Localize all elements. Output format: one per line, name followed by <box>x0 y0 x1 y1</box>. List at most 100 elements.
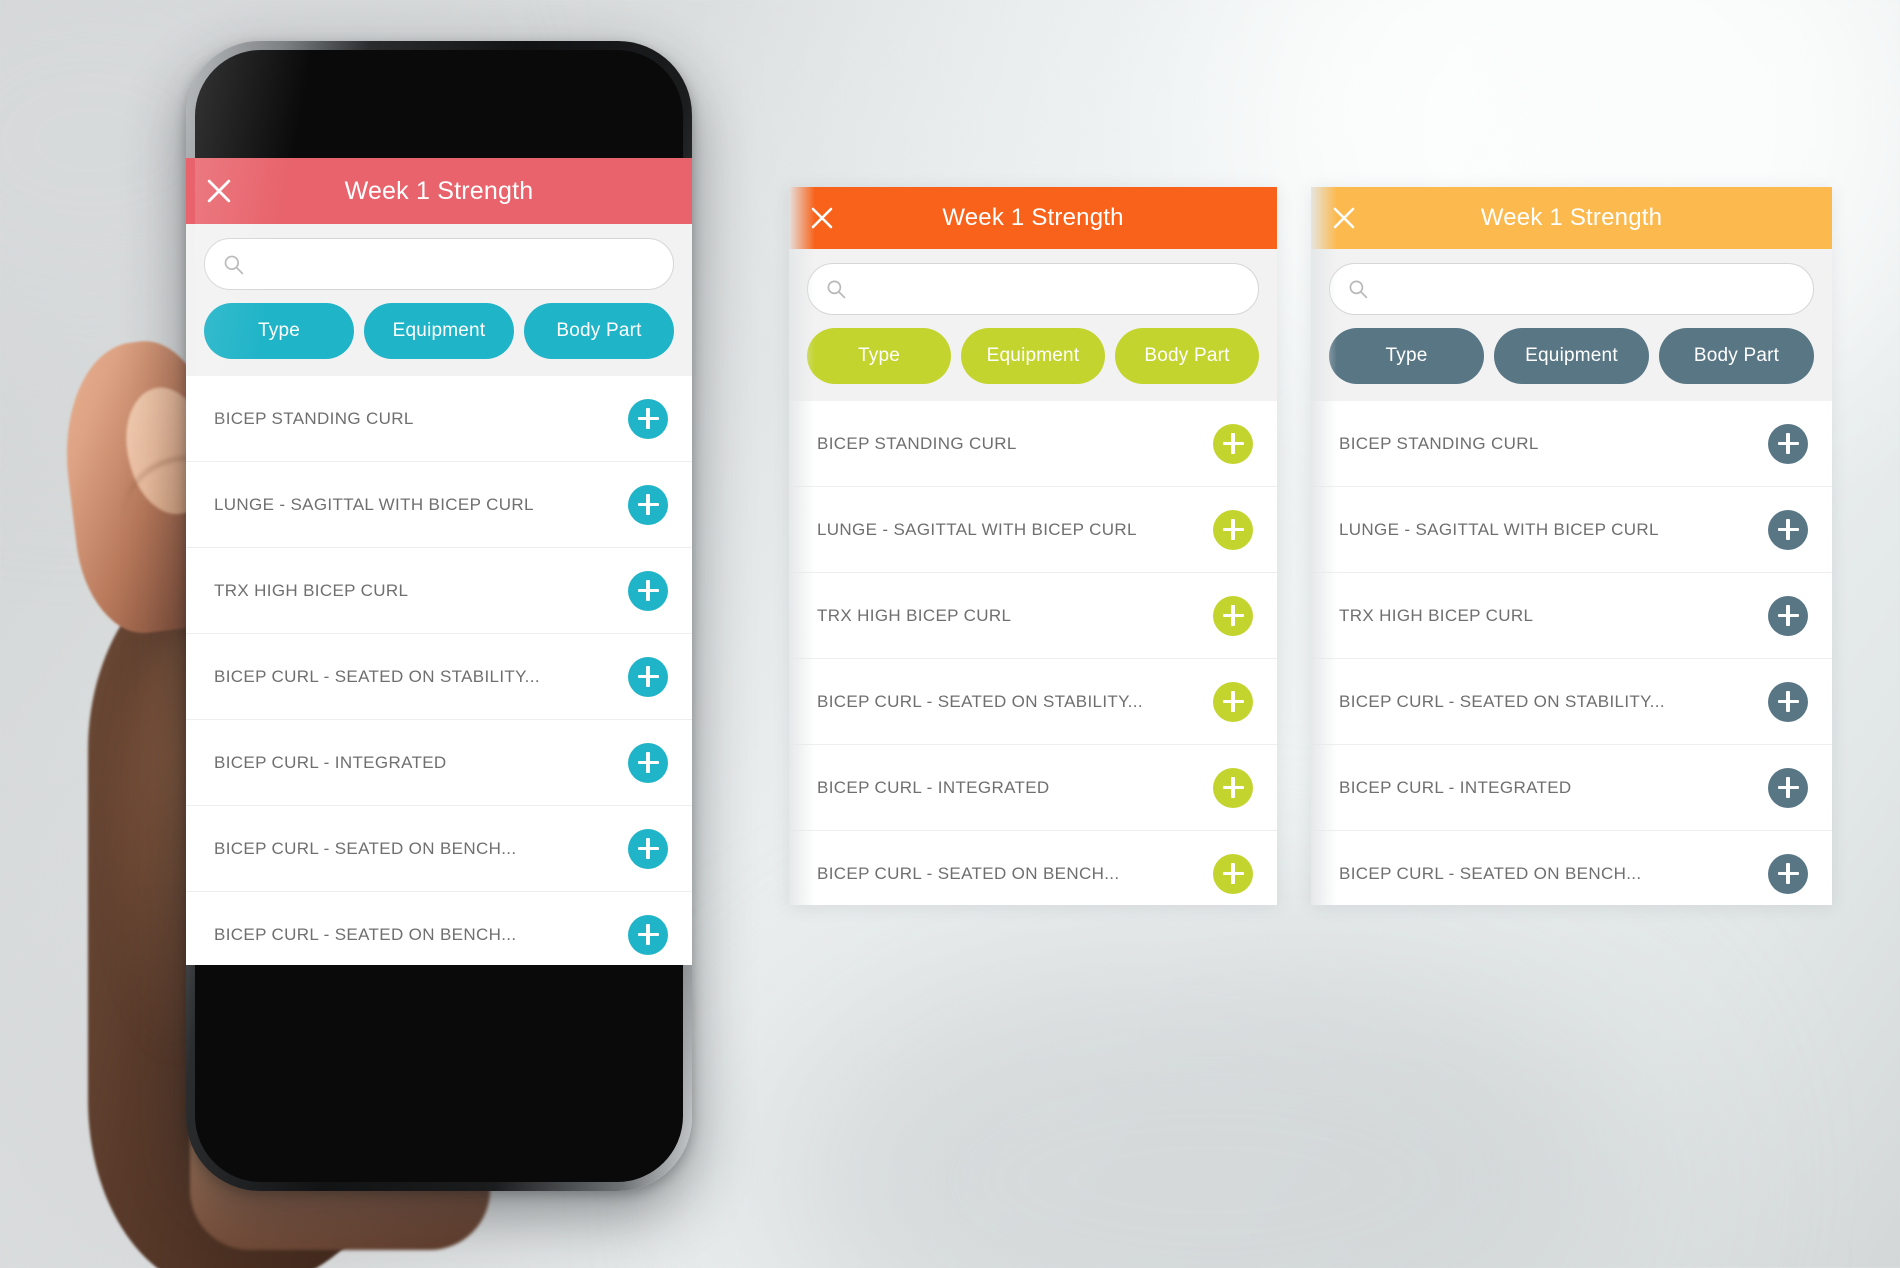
search-bar[interactable] <box>204 238 674 290</box>
close-x-icon <box>207 179 231 203</box>
exercise-name: LUNGE - SAGITTAL WITH BICEP CURL <box>1339 519 1659 539</box>
plus-bar-vertical <box>1786 605 1790 626</box>
filter-pill-equipment[interactable]: Equipment <box>961 328 1105 384</box>
plus-bar-vertical <box>1231 863 1235 884</box>
plus-circle-icon[interactable] <box>628 742 668 783</box>
plus-circle-icon[interactable] <box>1213 509 1253 550</box>
plus-circle-icon[interactable] <box>1213 681 1253 722</box>
plus-bar-vertical <box>1786 433 1790 454</box>
filter-pill-equipment[interactable]: Equipment <box>364 303 514 359</box>
plus-bar-vertical <box>646 924 650 945</box>
plus-circle-icon[interactable] <box>628 828 668 869</box>
plus-circle-icon[interactable] <box>1768 853 1808 894</box>
list-item[interactable]: BICEP STANDING CURL <box>186 376 692 462</box>
mockup-panel-lime: Week 1 Strength Type Equipment Body Part <box>789 187 1277 905</box>
search-input[interactable] <box>1378 279 1795 299</box>
exercise-name: TRX HIGH BICEP CURL <box>214 580 409 600</box>
plus-bar-vertical <box>646 580 650 601</box>
plus-circle-icon[interactable] <box>628 398 668 439</box>
titlebar-lime: Week 1 Strength <box>789 187 1277 249</box>
list-item[interactable]: BICEP CURL - SEATED ON BENCH... <box>186 892 692 965</box>
list-item[interactable]: BICEP CURL - INTEGRATED <box>186 720 692 806</box>
screen-content-lime: Week 1 Strength Type Equipment Body Part <box>789 187 1277 905</box>
close-button[interactable] <box>186 158 252 224</box>
phone-screen: Week 1 Strength Type Equipment Body Part… <box>186 158 692 965</box>
search-bar[interactable] <box>1329 263 1814 315</box>
exercise-name: BICEP CURL - SEATED ON BENCH... <box>817 863 1120 883</box>
screen-content-teal: Week 1 Strength Type Equipment Body Part… <box>186 158 692 965</box>
plus-circle-icon[interactable] <box>1213 423 1253 464</box>
plus-bar-vertical <box>1786 519 1790 540</box>
plus-bar-vertical <box>646 838 650 859</box>
list-item[interactable]: BICEP CURL - INTEGRATED <box>789 745 1277 831</box>
filter-pill-type[interactable]: Type <box>1329 328 1484 384</box>
exercise-name: BICEP CURL - SEATED ON STABILITY... <box>214 666 540 686</box>
search-magnifier-icon <box>1348 279 1368 299</box>
exercise-name: BICEP STANDING CURL <box>214 408 414 428</box>
plus-circle-icon[interactable] <box>1768 509 1808 550</box>
plus-bar-vertical <box>1786 863 1790 884</box>
list-item[interactable]: LUNGE - SAGITTAL WITH BICEP CURL <box>789 487 1277 573</box>
list-item[interactable]: BICEP CURL - SEATED ON BENCH... <box>186 806 692 892</box>
list-item[interactable]: BICEP CURL - SEATED ON STABILITY... <box>186 634 692 720</box>
filter-pill-equipment[interactable]: Equipment <box>1494 328 1649 384</box>
plus-circle-icon[interactable] <box>628 484 668 525</box>
list-item[interactable]: BICEP STANDING CURL <box>789 401 1277 487</box>
plus-bar-vertical <box>646 666 650 687</box>
list-item[interactable]: LUNGE - SAGITTAL WITH BICEP CURL <box>1311 487 1832 573</box>
list-item[interactable]: TRX HIGH BICEP CURL <box>1311 573 1832 659</box>
close-button[interactable] <box>1311 187 1377 249</box>
plus-circle-icon[interactable] <box>1768 595 1808 636</box>
filter-pill-group: Type Equipment Body Part <box>807 328 1259 384</box>
plus-circle-icon[interactable] <box>1213 767 1253 808</box>
list-item[interactable]: TRX HIGH BICEP CURL <box>789 573 1277 659</box>
list-item[interactable]: BICEP CURL - INTEGRATED <box>1311 745 1832 831</box>
search-input[interactable] <box>254 254 655 274</box>
plus-bar-vertical <box>646 494 650 515</box>
exercise-list-slate: BICEP STANDING CURL LUNGE - SAGITTAL WIT… <box>1311 401 1832 905</box>
filter-pill-body-part[interactable]: Body Part <box>1659 328 1814 384</box>
plus-circle-icon[interactable] <box>1768 681 1808 722</box>
plus-bar-vertical <box>1231 433 1235 454</box>
list-item[interactable]: LUNGE - SAGITTAL WITH BICEP CURL <box>186 462 692 548</box>
list-item[interactable]: BICEP CURL - SEATED ON BENCH... <box>789 831 1277 905</box>
screen-content-slate: Week 1 Strength Type Equipment Body Part <box>1311 187 1832 905</box>
plus-circle-icon[interactable] <box>628 570 668 611</box>
plus-circle-icon[interactable] <box>1213 853 1253 894</box>
phone-mockup: Week 1 Strength Type Equipment Body Part… <box>186 41 692 1191</box>
exercise-name: BICEP CURL - SEATED ON BENCH... <box>1339 863 1642 883</box>
exercise-list-lime: BICEP STANDING CURL LUNGE - SAGITTAL WIT… <box>789 401 1277 905</box>
page-title: Week 1 Strength <box>942 204 1124 231</box>
filter-pill-type[interactable]: Type <box>204 303 354 359</box>
exercise-name: LUNGE - SAGITTAL WITH BICEP CURL <box>214 494 534 514</box>
filter-pill-body-part[interactable]: Body Part <box>1115 328 1259 384</box>
plus-circle-icon[interactable] <box>628 914 668 955</box>
exercise-name: BICEP CURL - SEATED ON STABILITY... <box>1339 691 1665 711</box>
mockup-panel-slate: Week 1 Strength Type Equipment Body Part <box>1311 187 1832 905</box>
exercise-name: BICEP STANDING CURL <box>817 433 1017 453</box>
plus-circle-icon[interactable] <box>1213 595 1253 636</box>
plus-bar-vertical <box>646 752 650 773</box>
plus-circle-icon[interactable] <box>628 656 668 697</box>
close-x-icon <box>1333 207 1355 229</box>
plus-circle-icon[interactable] <box>1768 423 1808 464</box>
plus-bar-vertical <box>1786 691 1790 712</box>
filter-pill-group: Type Equipment Body Part <box>204 303 674 359</box>
plus-circle-icon[interactable] <box>1768 767 1808 808</box>
search-bar[interactable] <box>807 263 1259 315</box>
page-title: Week 1 Strength <box>344 176 534 205</box>
exercise-name: BICEP CURL - INTEGRATED <box>817 777 1050 797</box>
list-item[interactable]: BICEP CURL - SEATED ON BENCH... <box>1311 831 1832 905</box>
filter-pill-body-part[interactable]: Body Part <box>524 303 674 359</box>
close-button[interactable] <box>789 187 855 249</box>
list-item[interactable]: TRX HIGH BICEP CURL <box>186 548 692 634</box>
search-magnifier-icon <box>826 279 846 299</box>
list-item[interactable]: BICEP STANDING CURL <box>1311 401 1832 487</box>
list-item[interactable]: BICEP CURL - SEATED ON STABILITY... <box>789 659 1277 745</box>
titlebar-slate: Week 1 Strength <box>1311 187 1832 249</box>
filter-pill-type[interactable]: Type <box>807 328 951 384</box>
plus-bar-vertical <box>646 408 650 429</box>
list-item[interactable]: BICEP CURL - SEATED ON STABILITY... <box>1311 659 1832 745</box>
filter-zone-teal: Type Equipment Body Part <box>186 224 692 376</box>
search-input[interactable] <box>856 279 1240 299</box>
